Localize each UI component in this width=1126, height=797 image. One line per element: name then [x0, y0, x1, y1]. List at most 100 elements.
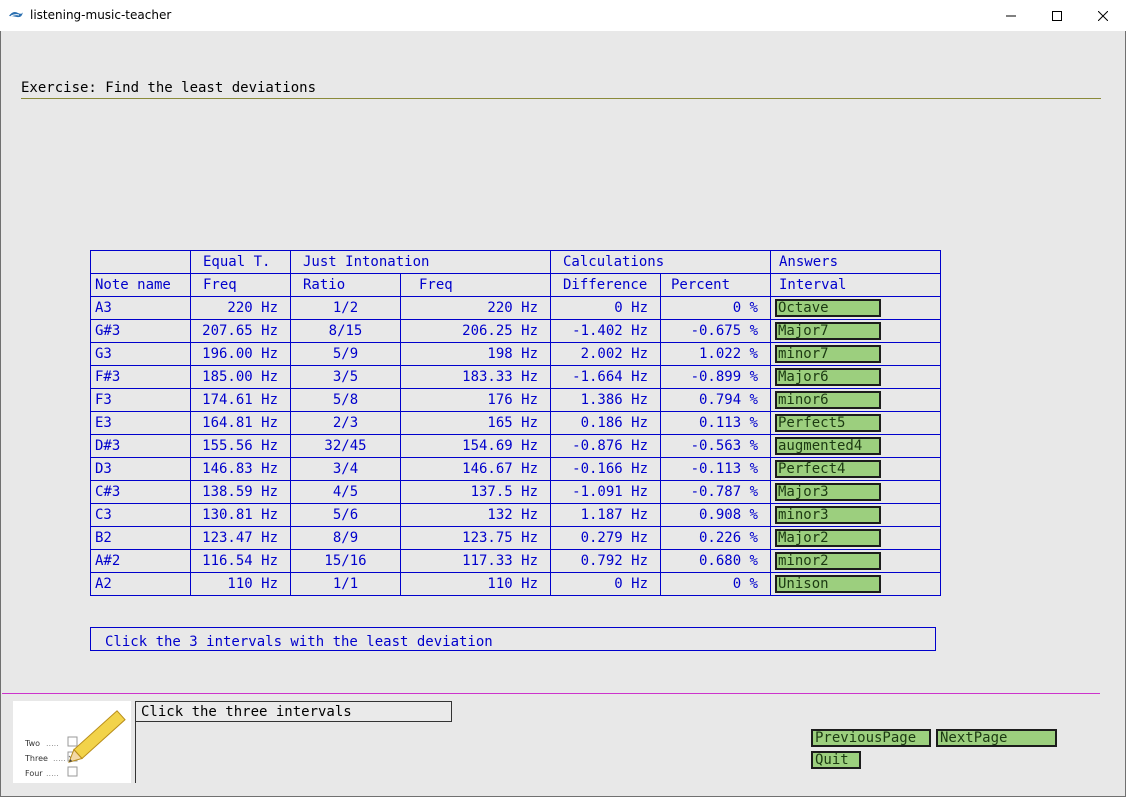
ratio-cell: 2/3: [290, 411, 401, 435]
note-cell: G#3: [90, 319, 191, 343]
title-bar: listening-music-teacher: [0, 0, 1126, 31]
table-row: C#3 138.59 Hz 4/5 137.5 Hz -1.091 Hz -0.787 %…: [90, 480, 941, 504]
interval-answer-button[interactable]: minor6: [775, 391, 881, 409]
maximize-button[interactable]: [1034, 0, 1080, 31]
thumb-dots: .....: [53, 754, 66, 763]
interval-cell: Octave: [770, 296, 941, 320]
equal-freq-cell: 164.81 Hz: [190, 411, 291, 435]
col-header-just-freq: Freq: [400, 273, 551, 297]
interval-answer-button[interactable]: minor3: [775, 506, 881, 524]
interval-answer-button[interactable]: augmented4: [775, 437, 881, 455]
interval-answer-button[interactable]: Unison: [775, 575, 881, 593]
percent-cell: 0 %: [660, 572, 771, 596]
interval-answer-button[interactable]: Major3: [775, 483, 881, 501]
col-header-interval: Interval: [770, 273, 941, 297]
difference-cell: 1.187 Hz: [550, 503, 661, 527]
heading-divider: [21, 98, 1101, 99]
checklist-pencil-image: Two Three Four ..... ..... .....: [13, 701, 131, 783]
note-cell: C#3: [90, 480, 191, 504]
interval-answer-button[interactable]: Major7: [775, 322, 881, 340]
intervals-table: Equal T. Just Intonation Calculations An…: [90, 250, 941, 596]
just-freq-cell: 117.33 Hz: [400, 549, 551, 573]
note-cell: A#2: [90, 549, 191, 573]
interval-cell: Major6: [770, 365, 941, 389]
table-row: C3 130.81 Hz 5/6 132 Hz 1.187 Hz 0.908 % minor…: [90, 503, 941, 527]
next-page-button[interactable]: NextPage: [936, 729, 1057, 747]
equal-freq-cell: 146.83 Hz: [190, 457, 291, 481]
percent-cell: 0.794 %: [660, 388, 771, 412]
interval-cell: augmented4: [770, 434, 941, 458]
percent-cell: 0 %: [660, 296, 771, 320]
percent-cell: -0.675 %: [660, 319, 771, 343]
ratio-cell: 8/9: [290, 526, 401, 550]
close-button[interactable]: [1080, 0, 1126, 31]
note-cell: E3: [90, 411, 191, 435]
equal-freq-cell: 155.56 Hz: [190, 434, 291, 458]
footer-divider: [2, 693, 1100, 694]
just-freq-cell: 165 Hz: [400, 411, 551, 435]
interval-answer-button[interactable]: minor2: [775, 552, 881, 570]
close-icon: [1098, 10, 1108, 21]
percent-cell: -0.113 %: [660, 457, 771, 481]
pencil-icon: Two Three Four ..... ..... .....: [24, 710, 126, 778]
just-freq-cell: 132 Hz: [400, 503, 551, 527]
note-cell: G3: [90, 342, 191, 366]
difference-cell: -1.091 Hz: [550, 480, 661, 504]
col-header-ratio: Ratio: [290, 273, 401, 297]
note-cell: D3: [90, 457, 191, 481]
note-cell: B2: [90, 526, 191, 550]
just-freq-cell: 137.5 Hz: [400, 480, 551, 504]
ratio-cell: 15/16: [290, 549, 401, 573]
interval-cell: minor7: [770, 342, 941, 366]
equal-freq-cell: 185.00 Hz: [190, 365, 291, 389]
interval-answer-button[interactable]: Octave: [775, 299, 881, 317]
status-box: Click the three intervals: [135, 701, 452, 722]
just-freq-cell: 146.67 Hz: [400, 457, 551, 481]
just-freq-cell: 206.25 Hz: [400, 319, 551, 343]
group-header-calc: Calculations: [550, 250, 771, 274]
difference-cell: 0.792 Hz: [550, 549, 661, 573]
just-freq-cell: 123.75 Hz: [400, 526, 551, 550]
interval-answer-button[interactable]: Perfect5: [775, 414, 881, 432]
interval-cell: Unison: [770, 572, 941, 596]
ratio-cell: 3/4: [290, 457, 401, 481]
equal-freq-cell: 174.61 Hz: [190, 388, 291, 412]
table-row: A2 110 Hz 1/1 110 Hz 0 Hz 0 % Unison: [90, 572, 941, 596]
percent-cell: 1.022 %: [660, 342, 771, 366]
table-row: D3 146.83 Hz 3/4 146.67 Hz -0.166 Hz -0.113 %…: [90, 457, 941, 481]
note-cell: F#3: [90, 365, 191, 389]
difference-cell: -0.166 Hz: [550, 457, 661, 481]
ratio-cell: 5/6: [290, 503, 401, 527]
just-freq-cell: 176 Hz: [400, 388, 551, 412]
interval-answer-button[interactable]: Major6: [775, 368, 881, 386]
group-header-just: Just Intonation: [290, 250, 551, 274]
table-row: E3 164.81 Hz 2/3 165 Hz 0.186 Hz 0.113 % Perfe…: [90, 411, 941, 435]
percent-cell: -0.787 %: [660, 480, 771, 504]
quit-button[interactable]: Quit: [811, 751, 861, 769]
previous-page-button[interactable]: PreviousPage: [811, 729, 931, 747]
difference-cell: 0 Hz: [550, 296, 661, 320]
percent-cell: 0.680 %: [660, 549, 771, 573]
interval-cell: minor2: [770, 549, 941, 573]
thumb-dots: .....: [46, 769, 59, 778]
interval-answer-button[interactable]: Perfect4: [775, 460, 881, 478]
thumb-dots: .....: [46, 739, 59, 748]
interval-cell: Perfect4: [770, 457, 941, 481]
interval-answer-button[interactable]: Major2: [775, 529, 881, 547]
percent-cell: 0.226 %: [660, 526, 771, 550]
status-divider: [135, 721, 136, 783]
table-row: F3 174.61 Hz 5/8 176 Hz 1.386 Hz 0.794 % minor…: [90, 388, 941, 412]
interval-answer-button[interactable]: minor7: [775, 345, 881, 363]
thumb-label-four: Four: [25, 769, 43, 778]
just-freq-cell: 198 Hz: [400, 342, 551, 366]
equal-freq-cell: 123.47 Hz: [190, 526, 291, 550]
ratio-cell: 32/45: [290, 434, 401, 458]
minimize-button[interactable]: [988, 0, 1034, 31]
difference-cell: 2.002 Hz: [550, 342, 661, 366]
instruction-box: Click the 3 intervals with the least dev…: [90, 627, 936, 651]
equal-freq-cell: 130.81 Hz: [190, 503, 291, 527]
ratio-cell: 5/9: [290, 342, 401, 366]
interval-cell: minor3: [770, 503, 941, 527]
equal-freq-cell: 138.59 Hz: [190, 480, 291, 504]
ratio-cell: 1/1: [290, 572, 401, 596]
